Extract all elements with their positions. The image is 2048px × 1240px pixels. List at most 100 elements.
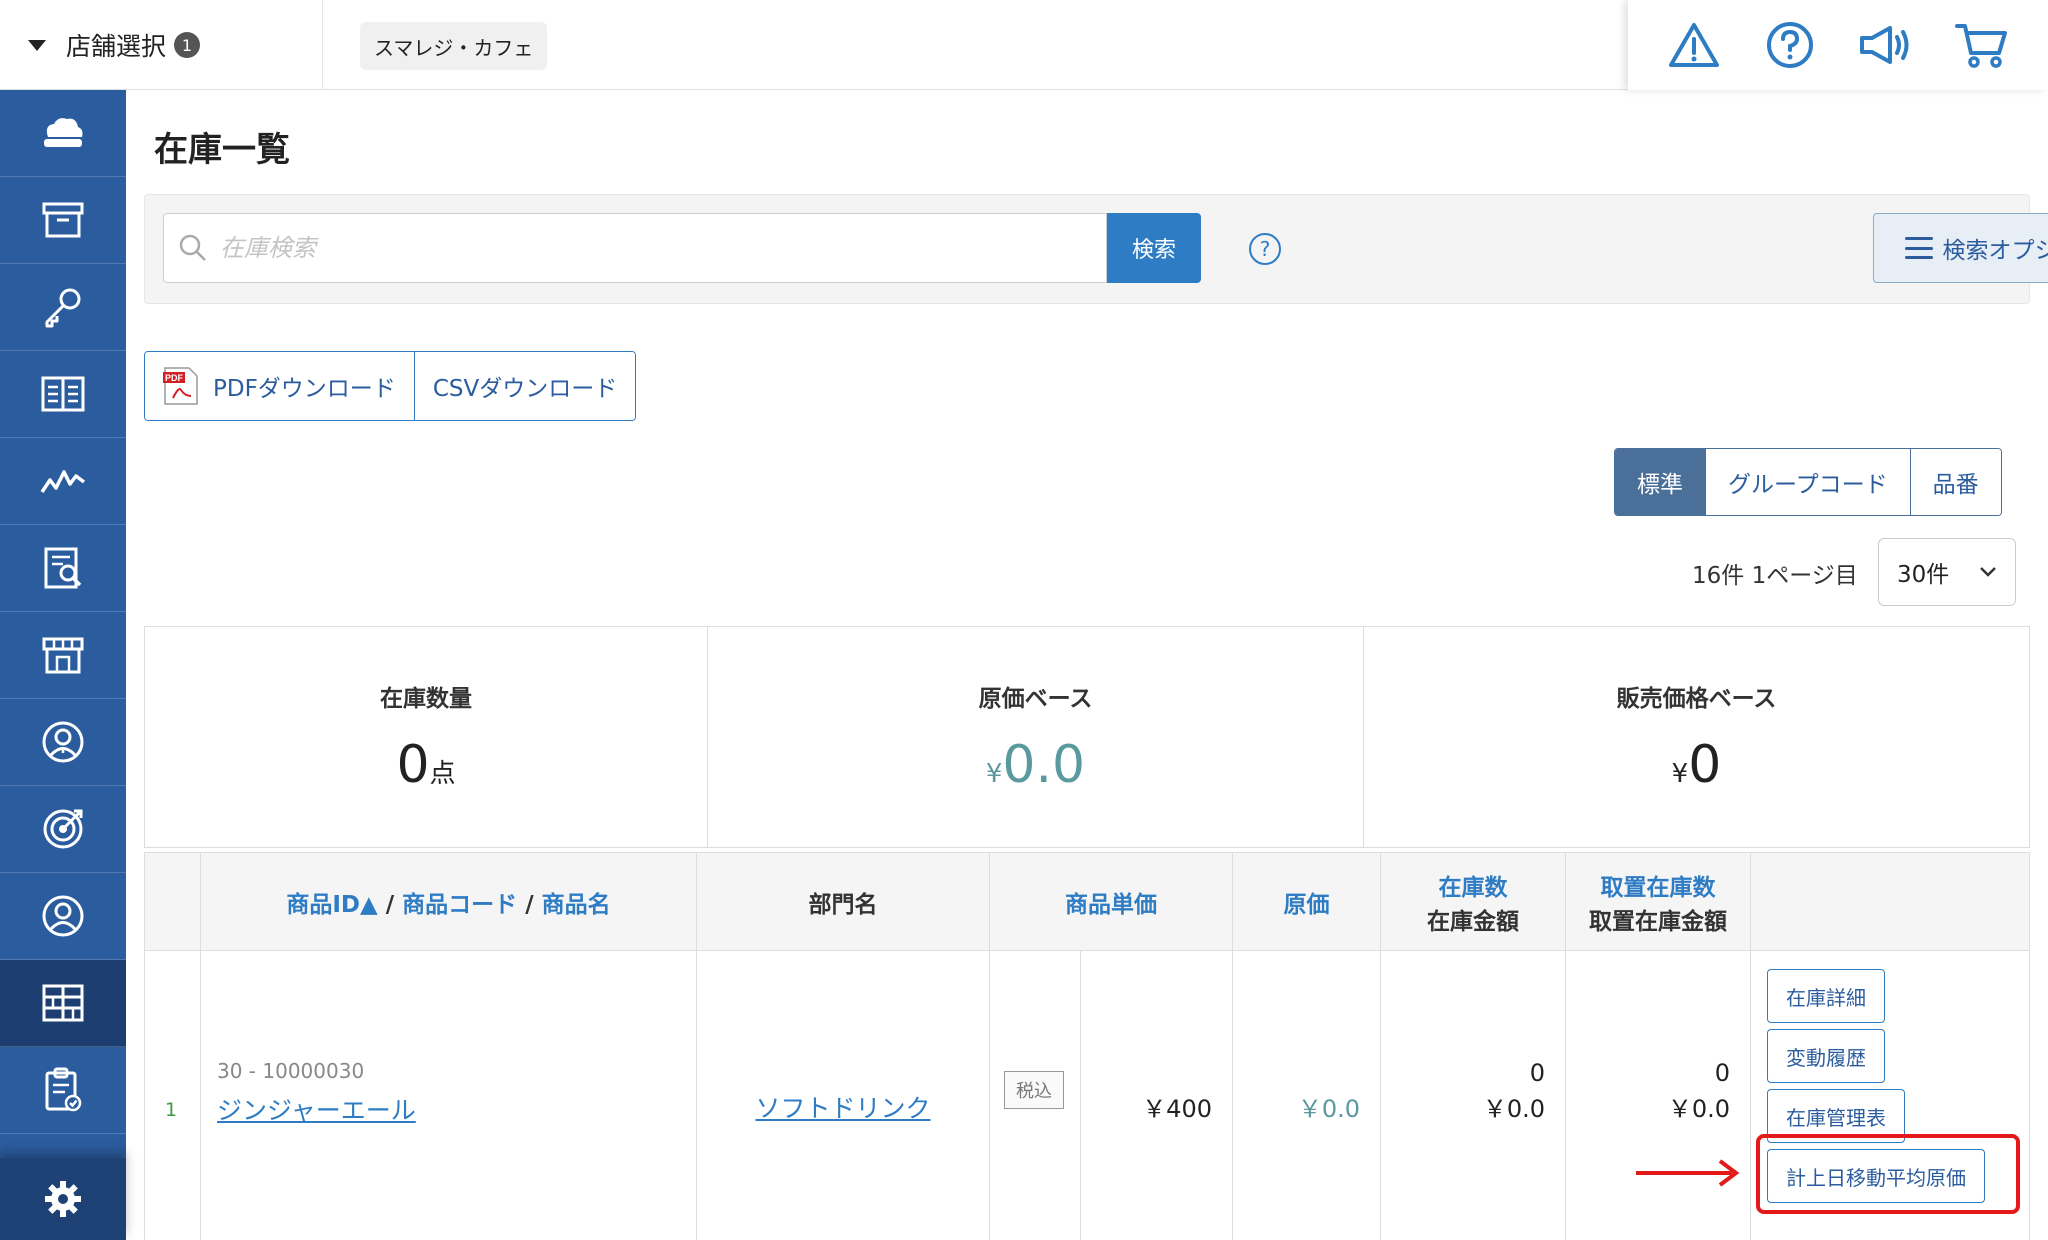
reserved-amount-cell: ￥0.0 [1667,1095,1730,1123]
csv-download-button[interactable]: CSVダウンロード [413,352,636,420]
sort-product-name[interactable]: 商品名 [542,892,611,918]
key-icon [45,288,81,328]
stock-qty-cell: 0 [1529,1059,1545,1087]
sort-stock-qty[interactable]: 在庫数 [1439,868,1508,902]
th-product-sort-links: 商品ID▲ / 商品コード / 商品名 [286,885,610,919]
caret-down-icon [28,39,46,51]
sidebar-item-clipboard[interactable] [0,1047,126,1134]
search-help-icon[interactable]: ? [1249,233,1281,265]
product-id-code: 30 - 10000030 [217,1059,365,1083]
sidebar-item-book[interactable] [0,351,126,438]
search-icon [179,234,206,261]
sidebar-item-archive[interactable] [0,177,126,264]
sort-cost[interactable]: 原価 [1284,885,1330,919]
sort-reserved-qty[interactable]: 取置在庫数 [1601,868,1716,902]
per-page-value: 30件 [1897,562,1950,588]
table-row: 1 30 - 10000030 ジンジャーエール ソフトドリンク 税込 ￥400… [145,951,2029,1240]
cart-icon[interactable] [1954,17,2010,73]
table-header: 商品ID▲ / 商品コード / 商品名 部門名 商品単価 原価 在庫数 在庫金額… [145,853,2029,951]
pdf-file-icon: PDF [163,366,199,406]
sort-product-id[interactable]: 商品ID [286,892,360,918]
sidebar-item-key[interactable] [0,264,126,351]
th-num [145,853,200,951]
sidebar-item-cloud-register[interactable] [0,90,126,177]
megaphone-icon[interactable] [1858,17,1914,73]
search-panel: 検索 ? 検索オプション [144,194,2048,304]
per-page-select[interactable]: 30件 [1878,538,2016,606]
tab-standard[interactable]: 標準 [1615,449,1705,515]
sale-base-label: 販売価格ベース [1616,686,1777,712]
stock-qty-value: 0点 [396,735,455,795]
chart-icon [40,470,86,493]
sidebar-item-store[interactable] [0,612,126,699]
tab-group-code[interactable]: グループコード [1705,449,1910,515]
search-button[interactable]: 検索 [1107,213,1201,283]
reserved-values: 0 ￥0.0 [1668,1055,1730,1127]
gear-icon [45,1181,81,1217]
stock-values: 0 ￥0.0 [1483,1055,1545,1127]
red-arrow-icon [1636,1159,1740,1187]
unit-price-value: ￥400 [1142,1095,1212,1123]
sidebar-item-inventory[interactable] [0,960,126,1047]
sort-product-code[interactable]: 商品コード [402,892,517,918]
cost-base-number: 0.0 [1002,735,1086,795]
th-product: 商品ID▲ / 商品コード / 商品名 [200,853,696,951]
cell-tax: 税込 [989,951,1080,1240]
product-name-link[interactable]: ジンジャーエール [217,1091,416,1127]
settings-button[interactable] [0,1158,126,1240]
top-bar: 店舗選択 1 スマレジ・カフェ [0,0,2048,90]
th-cost: 原価 [1232,853,1380,951]
inventory-icon [42,984,84,1022]
sale-base-currency: ¥ [1671,759,1689,789]
sidebar-item-customer[interactable] [0,873,126,960]
cost-base-label: 原価ベース [978,686,1093,712]
report-icon [44,547,82,589]
th-sep-1: / [385,892,395,918]
sidebar-item-staff[interactable] [0,699,126,786]
cell-department: ソフトドリンク [696,951,989,1240]
th-reserved: 取置在庫数 取置在庫金額 [1565,853,1750,951]
page-title: 在庫一覧 [154,130,290,170]
cell-product: 30 - 10000030 ジンジャーエール [200,951,696,1240]
cell-stock: 0 ￥0.0 [1380,951,1565,1240]
sidebar-item-target[interactable] [0,786,126,873]
change-history-button[interactable]: 変動履歴 [1767,1029,1885,1083]
sidebar-item-report[interactable] [0,525,126,612]
department-link[interactable]: ソフトドリンク [697,1089,989,1125]
summary-stock-qty: 在庫数量 0点 [145,627,707,847]
top-icons [1628,0,2048,90]
archive-icon [42,202,84,238]
download-group: PDF PDFダウンロード CSVダウンロード [144,351,637,421]
inventory-table: 商品ID▲ / 商品コード / 商品名 部門名 商品単価 原価 在庫数 在庫金額… [144,852,2030,1240]
clipboard-icon [45,1067,82,1112]
th-unit-price: 商品単価 [989,853,1232,951]
warning-icon[interactable] [1666,17,1722,73]
reserved-qty-cell: 0 [1714,1059,1730,1087]
th-actions [1750,853,2029,951]
cost-base-value: ¥0.0 [986,735,1085,795]
stock-detail-button[interactable]: 在庫詳細 [1767,969,1885,1023]
help-icon[interactable] [1762,17,1818,73]
target-icon [43,809,83,849]
sort-unit-price[interactable]: 商品単価 [1065,885,1157,919]
staff-icon [42,721,84,763]
pdf-badge-text: PDF [165,373,184,383]
sidebar-item-chart[interactable] [0,438,126,525]
cost-base-currency: ¥ [985,759,1003,789]
stock-amount-cell: ￥0.0 [1482,1095,1545,1123]
cell-cost: ￥0.0 [1232,951,1380,1240]
tax-badge: 税込 [1004,1071,1064,1109]
summary-cost-base: 原価ベース ¥0.0 [707,627,1363,847]
cost-value: ￥0.0 [1297,1095,1360,1123]
pdf-download-button[interactable]: PDF PDFダウンロード [145,352,414,420]
pagination-info: 16件 1ページ目 [1692,563,1858,589]
store-chip[interactable]: スマレジ・カフェ [360,22,548,70]
search-options-button[interactable]: 検索オプション [1873,213,2048,283]
store-icon [42,637,84,674]
tab-item-number[interactable]: 品番 [1909,449,2001,515]
cloud-register-icon [44,118,83,147]
store-select-dropdown[interactable]: 店舗選択 1 [0,0,323,90]
book-icon [41,376,85,412]
stock-qty-label: 在庫数量 [380,686,472,712]
search-input[interactable] [220,234,1080,262]
